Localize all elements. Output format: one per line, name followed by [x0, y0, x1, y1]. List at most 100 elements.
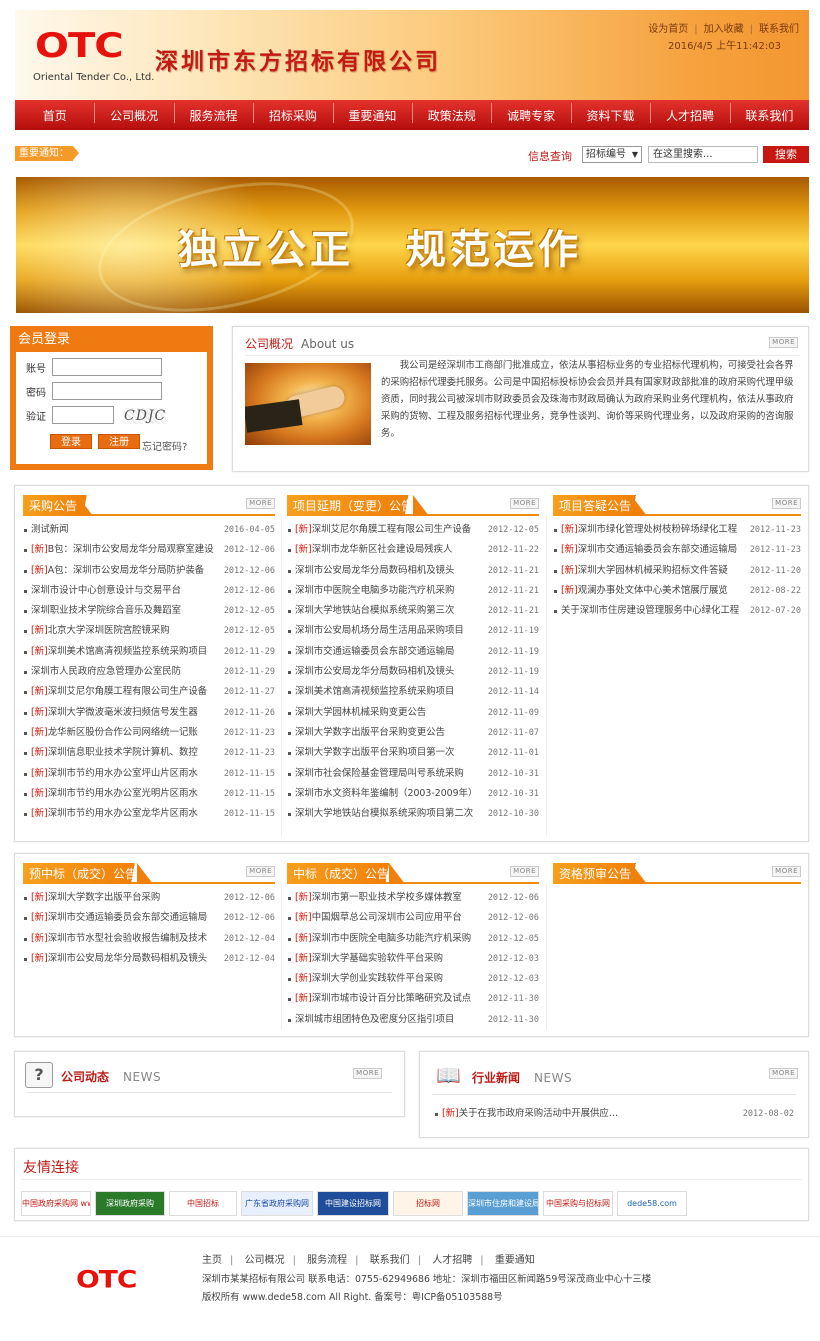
list-item-text[interactable]: 深圳市人民政府应急管理办公室民防 [31, 666, 181, 677]
list-item-title[interactable]: 深圳市设计中心创意设计与交易平台 [31, 581, 181, 601]
list-item[interactable]: 测试新闻 2016-04-05 [23, 520, 275, 540]
list-item-text[interactable]: B包：深圳市公安局龙华分局观察室建设 [48, 544, 214, 555]
list-item-title[interactable]: 深圳城市组团特色及密度分区指引项目 [295, 1010, 454, 1030]
list-item[interactable]: [新]深圳市节约用水办公室坪山片区雨水 2012-11-15 [23, 764, 275, 784]
list-item-text[interactable]: 测试新闻 [31, 524, 69, 535]
captcha-image[interactable]: CDJC [124, 408, 167, 424]
login-button[interactable]: 登录 [50, 434, 92, 449]
answers-more-button[interactable]: MORE [772, 498, 801, 509]
search-input[interactable]: 在这里搜索... [648, 146, 758, 163]
list-item[interactable]: 深圳市公安局龙华分局数码相机及镜头 2012-11-19 [287, 662, 539, 682]
list-item-title[interactable]: [新]关于在我市政府采购活动中开展供应商行贿犯罪档 [442, 1104, 625, 1124]
list-item-title[interactable]: [新]深圳艾尼尔角膜工程有限公司生产设备 [295, 520, 471, 540]
list-item-text[interactable]: 深圳市社会保险基金管理局叫号系统采购 [295, 768, 464, 779]
list-item-text[interactable]: 深圳大学数字出版平台采购变更公告 [295, 727, 445, 738]
procurement-more-button[interactable]: MORE [246, 498, 275, 509]
list-item-title[interactable]: [新]深圳艾尼尔角膜工程有限公司生产设备 [31, 682, 207, 702]
footer-contact-link[interactable]: 联系我们 [370, 1255, 410, 1266]
list-item-title[interactable]: 深圳职业技术学院综合音乐及舞蹈室 [31, 601, 181, 621]
list-item[interactable]: [新]关于在我市政府采购活动中开展供应商行贿犯罪档 2012-08-02 [434, 1104, 794, 1124]
list-item-title[interactable]: 深圳市水文资料年鉴编制（2003-2009年） [295, 784, 477, 804]
list-item-text[interactable]: 深圳艾尼尔角膜工程有限公司生产设备 [312, 524, 471, 535]
search-type-select[interactable]: 招标编号 [582, 146, 642, 163]
nav-policy[interactable]: 政策法规 [412, 102, 491, 124]
list-item[interactable]: [新]深圳市节约用水办公室龙华片区雨水 2012-11-15 [23, 804, 275, 824]
industry-news-more-button[interactable]: MORE [769, 1068, 798, 1079]
list-item[interactable]: [新]深圳大学园林机械采购招标文件答疑 2012-11-20 [553, 561, 801, 581]
list-item[interactable]: [新]深圳市交通运输委员会东部交通运输局 2012-11-23 [553, 540, 801, 560]
list-item[interactable]: [新]深圳市龙华新区社会建设局残疾人 2012-11-22 [287, 540, 539, 560]
list-item[interactable]: 深圳市社会保险基金管理局叫号系统采购 2012-10-31 [287, 764, 539, 784]
list-item-title[interactable]: [新]深圳市中医院全电脑多功能汽疗机采购 [295, 929, 471, 949]
list-item-text[interactable]: 深圳市城市设计百分比策略研究及试点 [312, 993, 471, 1004]
list-item-title[interactable]: [新]深圳大学创业实践软件平台采购 [295, 969, 443, 989]
list-item-title[interactable]: 深圳市中医院全电脑多功能汽疗机采购 [295, 581, 454, 601]
list-item[interactable]: 深圳大学园林机械采购变更公告 2012-11-09 [287, 703, 539, 723]
list-item-text[interactable]: 深圳市节水型社会验收报告编制及技术 [48, 933, 207, 944]
list-item-text[interactable]: 深圳大学基础实验软件平台采购 [312, 953, 443, 964]
list-item-title[interactable]: [新]深圳市节约用水办公室龙华片区雨水 [31, 804, 198, 824]
list-item[interactable]: [新]观澜办事处文体中心美术馆展厅展览 2012-08-22 [553, 581, 801, 601]
verify-input[interactable] [52, 406, 114, 424]
list-item-text[interactable]: 深圳市公安局机场分局生活用品采购项目 [295, 625, 464, 636]
list-item-text[interactable]: 深圳美术馆高清视频监控系统采购项目 [295, 686, 454, 697]
list-item-text[interactable]: 深圳市节约用水办公室光明片区雨水 [48, 788, 198, 799]
changes-more-button[interactable]: MORE [510, 498, 539, 509]
list-item-text[interactable]: A包：深圳市公安局龙华分局防护装备 [48, 565, 204, 576]
list-item-text[interactable]: 深圳市中医院全电脑多功能汽疗机采购 [295, 585, 454, 596]
list-item-title[interactable]: [新]深圳市节约用水办公室坪山片区雨水 [31, 764, 198, 784]
list-item-text[interactable]: 深圳市节约用水办公室坪山片区雨水 [48, 768, 198, 779]
list-item-text[interactable]: 深圳大学微波毫米波扫频信号发生器 [48, 707, 198, 718]
list-item-title[interactable]: [新]深圳市节水型社会验收报告编制及技术 [31, 929, 207, 949]
footer-notices-link[interactable]: 重要通知 [495, 1255, 535, 1266]
list-item[interactable]: 深圳市人民政府应急管理办公室民防 2012-11-29 [23, 662, 275, 682]
list-item-text[interactable]: 深圳艾尼尔角膜工程有限公司生产设备 [48, 686, 207, 697]
list-item-title[interactable]: [新]观澜办事处文体中心美术馆展厅展览 [561, 581, 728, 601]
list-item[interactable]: [新]深圳市城市设计百分比策略研究及试点 2012-11-30 [287, 989, 539, 1009]
forgot-password-link[interactable]: 忘记密码? [142, 438, 187, 453]
list-item-text[interactable]: 北京大学深圳医院宫腔镜采购 [48, 625, 170, 636]
list-item-title[interactable]: 深圳大学数字出版平台采购变更公告 [295, 723, 445, 743]
list-item[interactable]: [新]深圳市绿化管理处树枝粉碎场绿化工程 2012-11-23 [553, 520, 801, 540]
list-item-title[interactable]: [新]北京大学深圳医院宫腔镜采购 [31, 621, 170, 641]
list-item-title[interactable]: [新]深圳市城市设计百分比策略研究及试点 [295, 989, 471, 1009]
list-item-title[interactable]: 深圳市公安局龙华分局数码相机及镜头 [295, 561, 454, 581]
list-item-title[interactable]: [新]深圳美术馆高清视频监控系统采购项目 [31, 642, 207, 662]
list-item[interactable]: [新]中国烟草总公司深圳市公司应用平台 2012-12-06 [287, 908, 539, 928]
list-item[interactable]: 深圳城市组团特色及密度分区指引项目 2012-11-30 [287, 1010, 539, 1030]
list-item[interactable]: [新]深圳大学微波毫米波扫频信号发生器 2012-11-26 [23, 703, 275, 723]
password-input[interactable] [52, 382, 162, 400]
list-item-text[interactable]: 关于深圳市住房建设管理服务中心绿化工程 [561, 605, 739, 616]
nav-downloads[interactable]: 资料下载 [570, 102, 650, 124]
nav-about[interactable]: 公司概况 [94, 102, 173, 124]
list-item-text[interactable]: 深圳市交通运输委员会东部交通运输局 [295, 646, 454, 657]
nav-contact[interactable]: 联系我们 [729, 102, 809, 124]
list-item-text[interactable]: 中国烟草总公司深圳市公司应用平台 [312, 912, 462, 923]
list-item-text[interactable]: 深圳大学园林机械采购变更公告 [295, 707, 426, 718]
list-item-text[interactable]: 深圳市绿化管理处树枝粉碎场绿化工程 [578, 524, 737, 535]
list-item-text[interactable]: 深圳市交通运输委员会东部交通运输局 [48, 912, 207, 923]
nav-jobs[interactable]: 人才招聘 [650, 102, 729, 124]
list-item[interactable]: [新]深圳市公安局龙华分局数码相机及镜头 2012-12-04 [23, 949, 275, 969]
list-item-text[interactable]: 深圳市设计中心创意设计与交易平台 [31, 585, 181, 596]
list-item-title[interactable]: 测试新闻 [31, 520, 69, 540]
list-item-title[interactable]: 深圳市交通运输委员会东部交通运输局 [295, 642, 454, 662]
list-item[interactable]: [新]A包：深圳市公安局龙华分局防护装备 2012-12-06 [23, 561, 275, 581]
list-item-title[interactable]: 关于深圳市住房建设管理服务中心绿化工程 [561, 601, 739, 621]
list-item-text[interactable]: 深圳职业技术学院综合音乐及舞蹈室 [31, 605, 181, 616]
list-item[interactable]: [新]龙华新区股份合作公司网络统一记账 2012-11-23 [23, 723, 275, 743]
list-item-title[interactable]: [新]深圳大学数字出版平台采购 [31, 888, 160, 908]
account-input[interactable] [52, 358, 162, 376]
list-item[interactable]: 深圳市公安局机场分局生活用品采购项目 2012-11-19 [287, 621, 539, 641]
list-item-title[interactable]: [新]深圳市龙华新区社会建设局残疾人 [295, 540, 452, 560]
footer-about-link[interactable]: 公司概况 [245, 1255, 285, 1266]
nav-notices[interactable]: 重要通知 [332, 102, 412, 124]
list-item[interactable]: [新]深圳信息职业技术学院计算机、数控 2012-11-23 [23, 743, 275, 763]
list-item-text[interactable]: 深圳信息职业技术学院计算机、数控 [48, 747, 198, 758]
list-item-title[interactable]: 深圳大学园林机械采购变更公告 [295, 703, 426, 723]
list-item[interactable]: [新]深圳大学基础实验软件平台采购 2012-12-03 [287, 949, 539, 969]
footer-service-link[interactable]: 服务流程 [307, 1255, 347, 1266]
list-item[interactable]: 深圳市水文资料年鉴编制（2003-2009年） 2012-10-31 [287, 784, 539, 804]
list-item-title[interactable]: 深圳美术馆高清视频监控系统采购项目 [295, 682, 454, 702]
set-homepage-link[interactable]: 设为首页 [648, 24, 688, 35]
